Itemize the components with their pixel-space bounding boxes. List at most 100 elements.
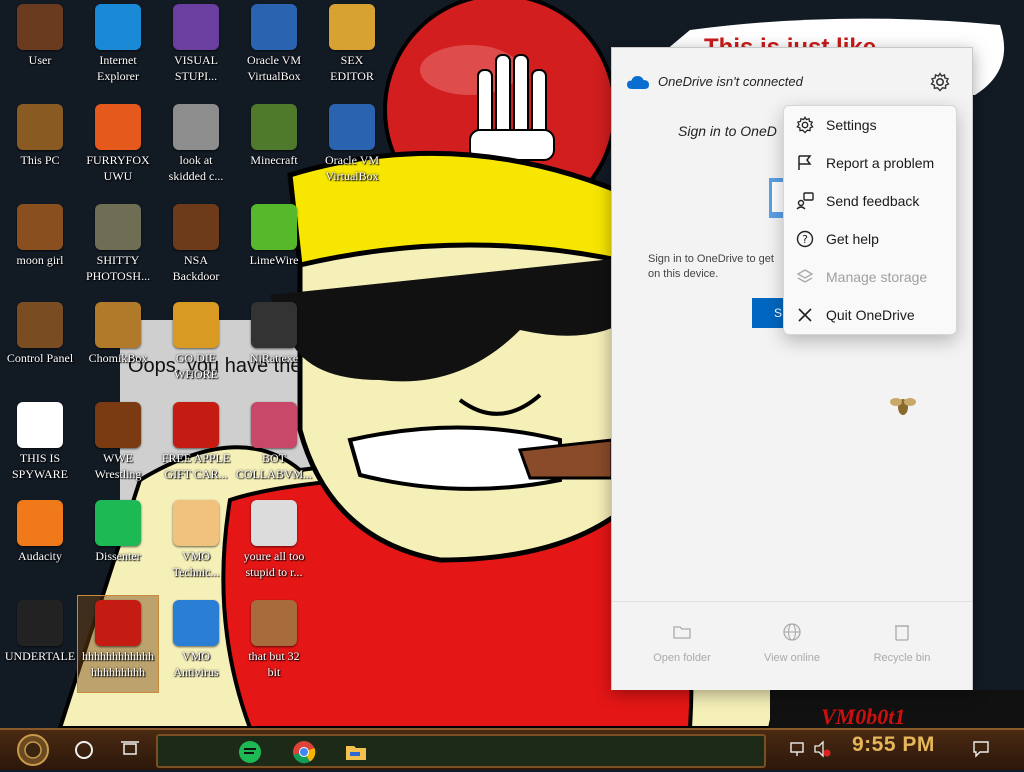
wallpaper-corner-text: VM0b0t1	[821, 704, 906, 729]
desktop-icon[interactable]: NSA Backdoor	[156, 200, 236, 296]
desktop-icon[interactable]: NjRat.exe	[234, 298, 314, 394]
desktop-icon-label: ChomikBox	[88, 351, 148, 365]
menu-label-send-feedback: Send feedback	[826, 193, 920, 209]
desktop-icon[interactable]: Audacity	[0, 496, 80, 592]
desktop-icon[interactable]: This PC	[0, 100, 80, 196]
signin-heading: Sign in to OneD	[678, 123, 777, 139]
desktop-icon[interactable]: FREE APPLE GIFT CAR...	[156, 398, 236, 494]
menu-item-quit-onedrive[interactable]: Quit OneDrive	[784, 296, 956, 334]
desktop-icon-label: moon girl	[16, 253, 64, 267]
flag-icon	[795, 153, 815, 173]
desktop-icon[interactable]: Internet Explorer	[78, 0, 158, 96]
view-online-label: View online	[763, 652, 821, 664]
desktop-icon-label: Control Panel	[6, 351, 74, 365]
desktop-icon[interactable]: Control Panel	[0, 298, 80, 394]
folder-icon	[672, 622, 692, 642]
desktop-icon-label: hhhhhhhhhhhh hhhhhhhhh	[82, 649, 154, 679]
menu-item-get-help[interactable]: ? Get help	[784, 220, 956, 258]
menu-label-quit-onedrive: Quit OneDrive	[826, 307, 915, 323]
menu-item-report-problem[interactable]: Report a problem	[784, 144, 956, 182]
desktop-icon[interactable]: that but 32 bit	[234, 596, 314, 692]
recycle-bin-button[interactable]: Recycle bin	[852, 622, 952, 664]
desktop-icon-label: FREE APPLE GIFT CAR...	[161, 451, 231, 481]
desktop-icon[interactable]: User	[0, 0, 80, 96]
menu-label-manage-storage: Manage storage	[826, 269, 928, 285]
gear-icon[interactable]	[928, 70, 952, 94]
dissenter-icon	[95, 500, 141, 546]
desktop-icon[interactable]: UNDERTALE	[0, 596, 80, 692]
desktop-icon-label: look at skidded c...	[168, 153, 224, 183]
hex-editor-icon	[329, 4, 375, 50]
desktop-icon-label: that but 32 bit	[248, 649, 300, 679]
desktop-icon[interactable]: look at skidded c...	[156, 100, 236, 196]
desktop-icon-label: Oracle VM VirtualBox	[324, 153, 380, 183]
desktop-icon[interactable]: WWE Wrestling	[78, 398, 158, 494]
start-button[interactable]	[10, 732, 56, 768]
desktop-icon[interactable]: Oracle VM VirtualBox	[234, 0, 314, 96]
desktop-icon-label: User	[28, 53, 52, 67]
desktop-icon[interactable]: BOT COLLABVM...	[234, 398, 314, 494]
menu-label-get-help: Get help	[826, 231, 879, 247]
notifications-icon[interactable]	[972, 740, 990, 762]
desktop-icon[interactable]: THIS IS SPYWARE	[0, 398, 80, 494]
desktop-icon-label: GO DIE WHORE	[174, 351, 218, 381]
unity-icon	[17, 600, 63, 646]
desktop-icon[interactable]: FURRYFOX UWU	[78, 100, 158, 196]
onedrive-footer: Open folder View online Recycle bin	[612, 601, 972, 690]
desktop-icon-label: UNDERTALE	[4, 649, 76, 663]
menu-item-settings[interactable]: Settings	[784, 106, 956, 144]
desktop-icon-label: WWE Wrestling	[94, 451, 142, 481]
menu-item-send-feedback[interactable]: Send feedback	[784, 182, 956, 220]
folder-icon	[17, 204, 63, 250]
open-folder-button[interactable]: Open folder	[632, 622, 732, 664]
dissenter-icon[interactable]	[238, 740, 262, 764]
volume-muted-icon[interactable]	[813, 740, 831, 762]
desktop-icon-label: THIS IS SPYWARE	[11, 451, 68, 481]
desktop-icon[interactable]: Oracle VM VirtualBox	[312, 100, 392, 196]
globe-icon	[782, 622, 802, 642]
menu-label-report-problem: Report a problem	[826, 155, 935, 171]
steampunk-icon	[173, 204, 219, 250]
desktop-icon[interactable]: SEX EDITOR	[312, 0, 392, 96]
desktop-icon[interactable]: youre all too stupid to r...	[234, 496, 314, 592]
desktop-icon[interactable]: SHITTY PHOTOSH...	[78, 200, 158, 296]
desktop-icon[interactable]: ChomikBox	[78, 298, 158, 394]
monitor-icon	[251, 402, 297, 448]
help-icon: ?	[795, 229, 815, 249]
layers-icon	[795, 267, 815, 287]
file-explorer-icon[interactable]	[344, 740, 368, 764]
chrome-icon[interactable]	[292, 740, 316, 764]
shield-icon	[173, 600, 219, 646]
taskbar-clock[interactable]: 9:55 PM	[852, 733, 935, 757]
moth-sprite-icon	[888, 392, 918, 426]
close-icon	[795, 305, 815, 325]
desktop-icon[interactable]: Dissenter	[78, 496, 158, 592]
desktop-icon[interactable]: VMO Technic...	[156, 496, 236, 592]
desktop-icon[interactable]: Minecraft	[234, 100, 314, 196]
desktop-icon-label: Minecraft	[250, 153, 298, 167]
dev-cpp-icon	[95, 600, 141, 646]
desktop-icon-label: LimeWire	[249, 253, 299, 267]
network-icon[interactable]	[789, 740, 807, 762]
view-online-button[interactable]: View online	[742, 622, 842, 664]
edge-browser-icon	[95, 4, 141, 50]
open-folder-label: Open folder	[653, 652, 711, 664]
search-icon[interactable]	[75, 741, 93, 759]
task-view-icon[interactable]	[121, 741, 139, 757]
user-folder-icon	[17, 4, 63, 50]
desktop-icon[interactable]: moon girl	[0, 200, 80, 296]
desktop-icon[interactable]: VMO Antivirus	[156, 596, 236, 692]
desktop-icon[interactable]: VISUAL STUPI...	[156, 0, 236, 96]
svg-text:?: ?	[802, 233, 808, 246]
desktop-icon-label: VISUAL STUPI...	[174, 53, 218, 83]
this-pc-icon	[17, 104, 63, 150]
desktop-icon[interactable]: hhhhhhhhhhhh hhhhhhhhh	[77, 595, 159, 693]
virtualbox-icon	[251, 4, 297, 50]
skull-icon	[251, 302, 297, 348]
apple-icon	[173, 402, 219, 448]
desktop-icon[interactable]: GO DIE WHORE	[156, 298, 236, 394]
desktop-icon[interactable]: LimeWire	[234, 200, 314, 296]
dev-editor-icon	[173, 302, 219, 348]
menu-label-settings: Settings	[826, 117, 877, 133]
desktop-icon-label: Internet Explorer	[97, 53, 139, 83]
